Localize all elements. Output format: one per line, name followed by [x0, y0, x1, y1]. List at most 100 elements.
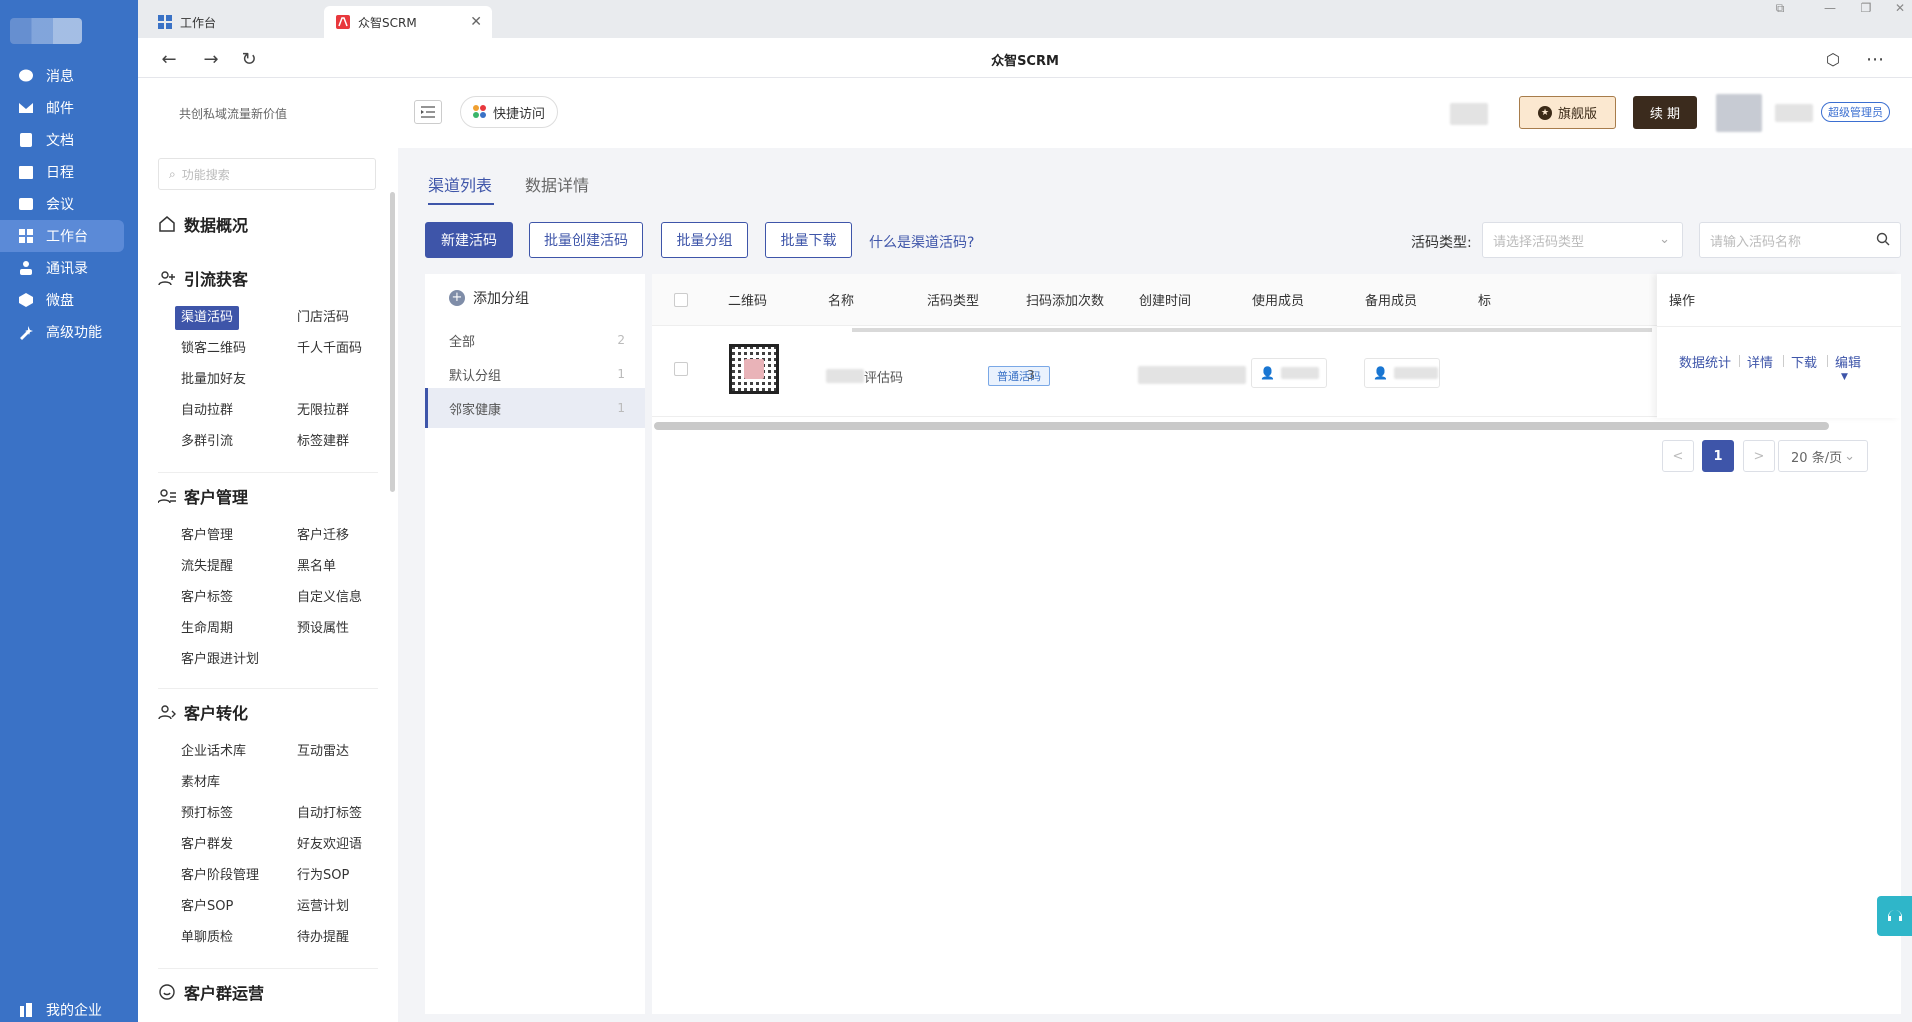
nav-personal-qr[interactable]: 千人千面码 [291, 337, 368, 361]
backup-member-chip[interactable]: 👤 [1364, 358, 1440, 388]
renew-button[interactable]: 续 期 [1633, 96, 1697, 129]
data-stats-link[interactable]: 数据统计 [1679, 352, 1731, 371]
edit-link[interactable]: 编辑 [1835, 352, 1861, 371]
nav-multi-group[interactable]: 多群引流 [175, 430, 239, 454]
col-tag: 标 [1478, 294, 1492, 309]
nav-pretag[interactable]: 预打标签 [175, 802, 239, 826]
nav-preset-attributes[interactable]: 预设属性 [291, 617, 355, 641]
nav-chat-qc[interactable]: 单聊质检 [175, 926, 239, 950]
minimize-icon[interactable]: — [1810, 0, 1850, 16]
nav-script-library[interactable]: 企业话术库 [175, 740, 252, 764]
popout-icon[interactable]: ⧉ [1760, 0, 1800, 16]
user-avatar[interactable] [1716, 94, 1762, 132]
rail-item-mail[interactable]: 邮件 [0, 92, 138, 124]
page-size-select[interactable]: 20 条/页 ⌄ [1778, 440, 1868, 472]
separator [1827, 355, 1828, 367]
group-count: 1 [617, 401, 625, 415]
add-group-button[interactable]: + 添加分组 [449, 288, 529, 308]
qr-name-search-input[interactable]: 请输入活码名称 [1699, 222, 1901, 258]
nav-stage-management[interactable]: 客户阶段管理 [175, 864, 265, 888]
nav-todo-reminder[interactable]: 待办提醒 [291, 926, 355, 950]
rail-item-meeting[interactable]: 会议 [0, 188, 138, 220]
nav-overview[interactable]: 数据概况 [158, 212, 248, 236]
browser-tab-scrm[interactable]: 众智SCRM ✕ [324, 6, 492, 38]
nav-channel-qr[interactable]: 渠道活码 [175, 306, 240, 330]
more-icon[interactable]: ⋯ [1864, 48, 1886, 70]
nav-customer-sop[interactable]: 客户SOP [175, 895, 239, 919]
new-qr-button[interactable]: 新建活码 [425, 222, 513, 258]
nav-interaction-radar[interactable]: 互动雷达 [291, 740, 355, 764]
nav-batch-add-friends[interactable]: 批量加好友 [175, 368, 252, 392]
next-page-button[interactable]: > [1743, 440, 1775, 472]
rail-item-calendar[interactable]: 日程 [0, 156, 138, 188]
settings-hex-icon[interactable]: ⬡ [1822, 48, 1844, 70]
document-icon [18, 132, 34, 148]
select-all-checkbox[interactable] [674, 293, 688, 307]
nav-blacklist[interactable]: 黑名单 [291, 555, 342, 579]
qr-code-image[interactable] [729, 344, 779, 394]
caret-down-icon[interactable]: ▼ [1841, 372, 1848, 382]
close-icon[interactable]: ✕ [470, 14, 482, 30]
horizontal-scrollbar[interactable] [654, 422, 1829, 430]
user-icon: 👤 [1373, 366, 1388, 380]
sidebar-scrollbar[interactable] [390, 192, 395, 492]
nav-followup-plan[interactable]: 客户跟进计划 [175, 648, 265, 672]
browser-tab-workbench[interactable]: 工作台 [146, 6, 311, 38]
col-created[interactable]: 创建时间 [1139, 290, 1191, 309]
nav-auto-tag[interactable]: 自动打标签 [291, 802, 368, 826]
rail-item-contacts[interactable]: 通讯录 [0, 252, 138, 284]
group-item-neighbor-health[interactable]: 邻家健康 1 [425, 388, 645, 428]
group-label: 全部 [449, 334, 476, 350]
batch-download-button[interactable]: 批量下载 [765, 222, 852, 258]
org-avatar[interactable] [10, 18, 82, 44]
nav-auto-group[interactable]: 自动拉群 [175, 399, 239, 423]
flagship-badge[interactable]: ★ 旗舰版 [1519, 96, 1616, 129]
section-title: 数据概况 [184, 216, 249, 235]
nav-churn-alert[interactable]: 流失提醒 [175, 555, 239, 579]
nav-mass-send[interactable]: 客户群发 [175, 833, 239, 857]
nav-customer-tags[interactable]: 客户标签 [175, 586, 239, 610]
col-operations: 操作 [1669, 294, 1696, 309]
rail-item-disk[interactable]: 微盘 [0, 284, 138, 316]
tab-channel-list[interactable]: 渠道列表 [428, 172, 492, 196]
nav-operation-plan[interactable]: 运营计划 [291, 895, 355, 919]
quick-access-button[interactable]: 快捷访问 [460, 96, 559, 128]
nav-behavior-sop[interactable]: 行为SOP [291, 864, 355, 888]
nav-tag-group[interactable]: 标签建群 [291, 430, 355, 454]
batch-group-button[interactable]: 批量分组 [661, 222, 748, 258]
member-chip[interactable]: 👤 [1251, 358, 1327, 388]
customer-service-icon[interactable] [1877, 896, 1912, 936]
row-checkbox[interactable] [674, 362, 688, 376]
col-scan-count[interactable]: 扫码添加次数 [1026, 290, 1104, 309]
workbench-tab-icon [158, 15, 172, 29]
rail-item-messages[interactable]: 消息 [0, 60, 138, 92]
close-window-icon[interactable]: ✕ [1880, 0, 1912, 16]
batch-create-button[interactable]: 批量创建活码 [529, 222, 643, 258]
details-link[interactable]: 详情 [1747, 352, 1773, 371]
rail-item-label: 通讯录 [46, 261, 88, 277]
rail-item-workbench[interactable]: 工作台 [0, 220, 124, 252]
qr-type-select[interactable]: 请选择活码类型 ⌄ [1482, 222, 1683, 258]
download-link[interactable]: 下载 [1791, 352, 1817, 371]
nav-lifecycle[interactable]: 生命周期 [175, 617, 239, 641]
nav-customer-migration[interactable]: 客户迁移 [291, 524, 355, 548]
page-1-button[interactable]: 1 [1702, 440, 1734, 472]
menu-collapse-icon[interactable] [414, 100, 442, 124]
qr-table-panel: 二维码 名称 活码类型 扫码添加次数 创建时间 使用成员 备用成员 标 评估码 … [652, 274, 1901, 1014]
search-icon[interactable] [1876, 232, 1890, 250]
rail-item-my-company[interactable]: 我的企业 [0, 994, 138, 1022]
nav-customer-management[interactable]: 客户管理 [175, 524, 239, 548]
nav-store-qr[interactable]: 门店活码 [291, 306, 355, 330]
function-search-input[interactable]: ⌕ 功能搜索 [158, 158, 376, 190]
nav-welcome-message[interactable]: 好友欢迎语 [291, 833, 368, 857]
nav-custom-info[interactable]: 自定义信息 [291, 586, 368, 610]
rail-item-advanced[interactable]: 高级功能 [0, 316, 138, 348]
what-is-channel-qr-link[interactable]: 什么是渠道活码? [869, 232, 974, 252]
tab-data-details[interactable]: 数据详情 [525, 172, 589, 196]
nav-material-library[interactable]: 素材库 [175, 771, 226, 795]
qr-type-label: 活码类型: [1411, 235, 1472, 251]
rail-item-docs[interactable]: 文档 [0, 124, 138, 156]
nav-lock-qr[interactable]: 锁客二维码 [175, 337, 252, 361]
nav-unlimited-group[interactable]: 无限拉群 [291, 399, 355, 423]
prev-page-button[interactable]: < [1662, 440, 1694, 472]
